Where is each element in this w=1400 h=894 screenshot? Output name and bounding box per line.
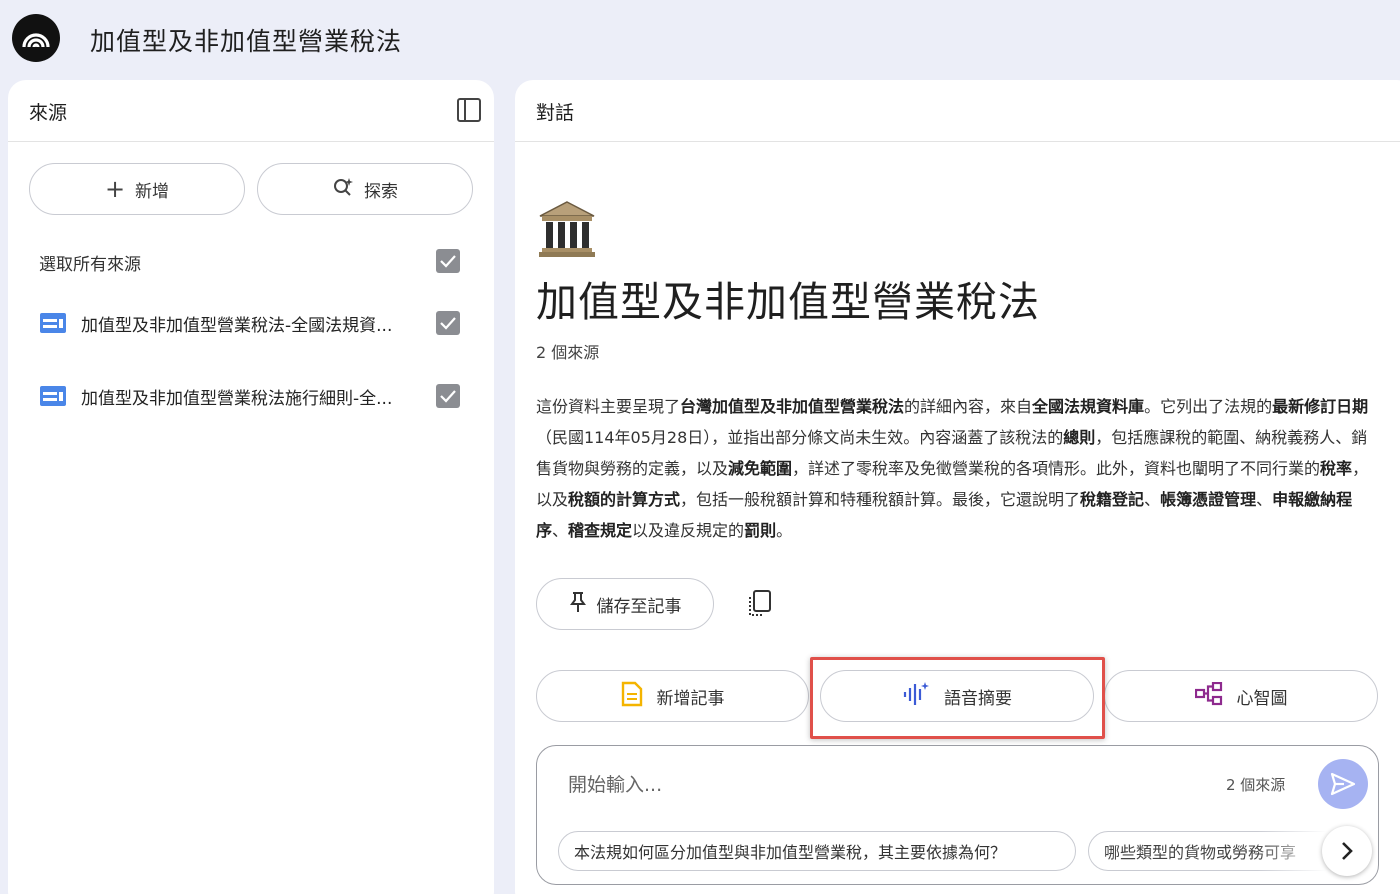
- summary-text: 、: [1256, 490, 1273, 509]
- add-note-label: 新增記事: [656, 688, 725, 709]
- audio-overview-label: 語音摘要: [944, 688, 1012, 709]
- source-item[interactable]: 加值型及非加值型營業稅法-全國法規資...: [39, 308, 479, 338]
- summary-bold-term: 全國法規資料庫: [1032, 397, 1145, 416]
- discover-search-icon: [332, 176, 354, 203]
- add-source-button[interactable]: + 新增: [29, 163, 245, 215]
- send-button[interactable]: [1318, 759, 1368, 809]
- send-icon: [1330, 772, 1356, 796]
- source-item-checkbox[interactable]: [436, 311, 460, 335]
- note-icon: [621, 681, 643, 712]
- notebooklm-logo-icon[interactable]: [12, 14, 60, 62]
- summary-bold-term: 台灣加值型及非加值型營業稅法: [680, 397, 905, 416]
- mind-map-label: 心智圖: [1236, 688, 1288, 709]
- chevron-right-icon[interactable]: [1322, 826, 1372, 876]
- plus-icon: +: [104, 175, 126, 203]
- sidebar-collapse-icon[interactable]: [456, 97, 482, 123]
- app-title[interactable]: 加值型及非加值型營業稅法: [90, 22, 402, 58]
- source-item-label: 加值型及非加值型營業稅法施行細則-全...: [81, 389, 393, 409]
- summary-text: 這份資料主要呈現了: [536, 397, 681, 416]
- summary-bold-term: 罰則: [744, 521, 777, 540]
- summary-text: 、: [1144, 490, 1161, 509]
- summary-text: 。它列出了法規的: [1144, 397, 1273, 416]
- input-source-count: 2 個來源: [1226, 776, 1286, 794]
- add-source-label: 新增: [135, 181, 170, 202]
- classical-building-icon: [536, 198, 598, 260]
- summary-text: （民國114年05月28日），並指出部分條文尚未生效。內容涵蓋了該稅法的: [536, 428, 1064, 447]
- copy-icon[interactable]: [745, 588, 775, 620]
- summary-text: 的詳細內容，來自: [904, 397, 1033, 416]
- source-item-label: 加值型及非加值型營業稅法-全國法規資...: [81, 316, 393, 336]
- save-to-note-button[interactable]: 儲存至記事: [536, 578, 714, 630]
- select-all-label: 選取所有來源: [39, 255, 141, 275]
- summary-bold-term: 稽查規定: [568, 521, 633, 540]
- notebook-summary: 這份資料主要呈現了台灣加值型及非加值型營業稅法的詳細內容，來自全國法規資料庫。它…: [536, 391, 1376, 546]
- discover-sources-label: 探索: [364, 181, 398, 202]
- web-source-icon: [39, 384, 67, 408]
- chat-panel-header: 對話: [515, 80, 1400, 142]
- chat-input-box[interactable]: 開始輸入... 2 個來源 本法規如何區分加值型與非加值型營業稅，其主要依據為何…: [536, 745, 1379, 885]
- add-note-button[interactable]: 新增記事: [536, 670, 809, 722]
- web-source-icon: [39, 311, 67, 335]
- summary-bold-term: 稅額的計算方式: [568, 490, 681, 509]
- summary-text: 以及違反規定的: [632, 521, 745, 540]
- save-to-note-label: 儲存至記事: [596, 596, 682, 617]
- select-all-checkbox[interactable]: [436, 249, 460, 273]
- summary-text: 、: [552, 521, 569, 540]
- discover-sources-button[interactable]: 探索: [257, 163, 473, 215]
- summary-bold-term: 稅率: [1320, 459, 1353, 478]
- summary-text: ，詳述了零稅率及免徵營業稅的各項情形。此外，資料也闡明了不同行業的: [792, 459, 1321, 478]
- summary-bold-term: 總則: [1063, 428, 1096, 447]
- summary-bold-term: 減免範圍: [728, 459, 793, 478]
- source-count: 2 個來源: [536, 343, 600, 362]
- summary-bold-term: 最新修訂日期: [1272, 397, 1369, 416]
- mind-map-button[interactable]: 心智圖: [1104, 670, 1378, 722]
- mind-map-icon: [1194, 681, 1223, 711]
- sources-panel-title: 來源: [29, 102, 68, 124]
- chat-panel: 對話 加值型及非加值型營業稅法 2 個來源 這份資料主要呈現了台灣加值型及非加值…: [515, 80, 1400, 894]
- source-item[interactable]: 加值型及非加值型營業稅法施行細則-全...: [39, 381, 479, 411]
- summary-text: 。: [776, 521, 793, 540]
- audio-overview-button[interactable]: 語音摘要: [820, 670, 1094, 722]
- suggested-question-chip[interactable]: 本法規如何區分加值型與非加值型營業稅，其主要依據為何？: [558, 831, 1076, 871]
- app-header: 加值型及非加值型營業稅法: [0, 0, 1400, 78]
- chat-panel-title: 對話: [536, 102, 575, 124]
- notebook-title: 加值型及非加值型營業稅法: [536, 278, 1040, 326]
- summary-bold-term: 帳簿憑證管理: [1160, 490, 1257, 509]
- pin-icon: [569, 591, 587, 618]
- summary-text: ，包括一般稅額計算和特種稅額計算。最後，它還說明了: [680, 490, 1081, 509]
- audio-waveform-icon: [902, 681, 930, 712]
- sources-panel: 來源 + 新增 探索 選取所有來源 加值型及非加值型營業稅法-全國法規資... …: [8, 80, 494, 894]
- summary-bold-term: 稅籍登記: [1080, 490, 1145, 509]
- source-item-checkbox[interactable]: [436, 384, 460, 408]
- chat-input-field[interactable]: 開始輸入...: [568, 770, 662, 797]
- sources-panel-header: 來源: [8, 80, 494, 142]
